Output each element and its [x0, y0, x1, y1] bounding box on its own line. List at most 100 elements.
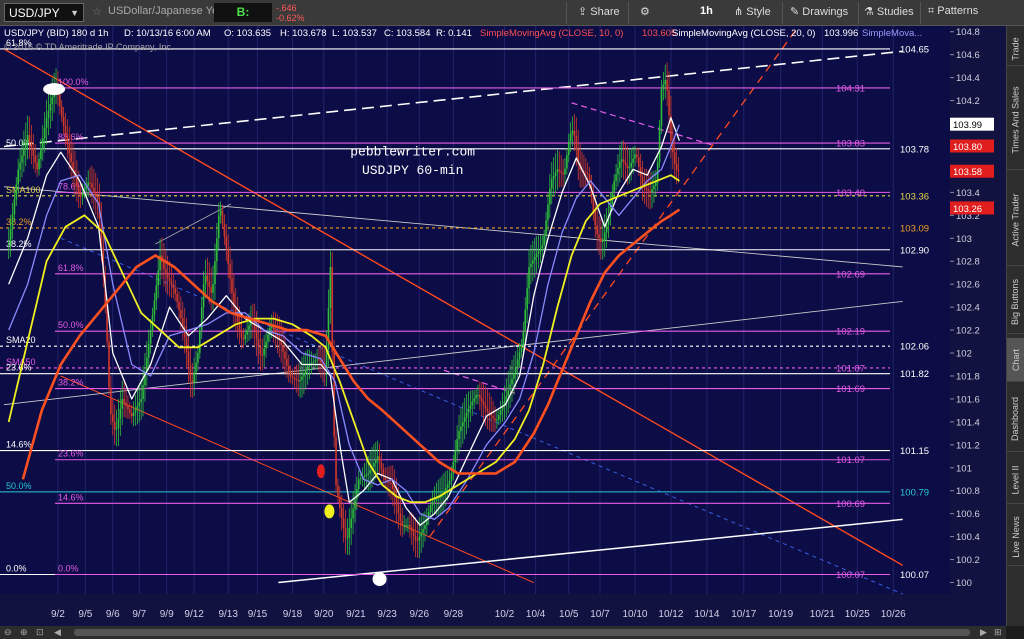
candle-body [526, 288, 528, 310]
symbol-selector[interactable]: USD/JPY ▼ [4, 3, 84, 22]
candle-body [244, 334, 247, 340]
drawings-button[interactable]: ✎ Drawings [790, 5, 848, 18]
side-tab-dashboard[interactable]: Dashboard [1007, 386, 1024, 452]
candle-body [649, 190, 651, 193]
share-button[interactable]: ⇪ Share [578, 5, 620, 18]
candle-body [248, 325, 250, 331]
candle-body [49, 104, 52, 111]
candle-body [26, 135, 29, 142]
x-tick-label: 9/2 [51, 609, 65, 620]
candle-body [637, 157, 640, 167]
candle-body [603, 232, 606, 241]
candle-body [392, 484, 394, 490]
candle-body [395, 497, 398, 506]
candle-body [479, 394, 481, 399]
candle-body [535, 254, 538, 258]
star-icon[interactable]: ☆ [92, 5, 102, 18]
side-tab-times-and-sales[interactable]: Times And Sales [1007, 70, 1024, 170]
zoom-out-icon[interactable]: ⊖ [4, 626, 12, 639]
candle-body [410, 527, 413, 532]
candle-body [286, 358, 288, 366]
style-button[interactable]: ⋔ Style [734, 5, 771, 18]
y-tick-label: 103 [956, 234, 972, 245]
candle-body [450, 473, 453, 481]
candle-body [363, 475, 366, 477]
candle-body [163, 262, 165, 270]
expand-icon[interactable]: ⊞ [994, 626, 1002, 639]
candle-body [255, 330, 258, 339]
candle-body [79, 194, 82, 197]
candle-body [110, 387, 112, 415]
candle-body [23, 148, 25, 156]
candle-body [267, 334, 269, 342]
candle-body [433, 500, 436, 502]
x-tick-label: 9/28 [444, 609, 464, 620]
x-tick-label: 10/7 [590, 609, 610, 620]
candle-body [516, 359, 519, 367]
candle-body [111, 414, 114, 422]
candle-body [219, 210, 222, 216]
candle-body [458, 431, 460, 440]
candle-body [257, 338, 260, 347]
candle-body [339, 496, 341, 508]
level-left-label: 38.2% [58, 378, 84, 388]
candle-body [456, 439, 458, 451]
candle-body [289, 372, 292, 377]
scroll-track[interactable] [74, 629, 970, 636]
interval-button[interactable]: 1h [700, 5, 713, 17]
level-right-label: 102.69 [836, 269, 865, 280]
level-left-label: 0.0% [58, 563, 79, 573]
candle-body [469, 405, 472, 409]
scroll-left-icon[interactable]: ◀ [54, 626, 61, 639]
candle-body [21, 155, 23, 163]
candle-body [651, 189, 653, 193]
candle-body [164, 269, 167, 275]
candle-body [554, 172, 557, 176]
candle-body [242, 337, 245, 340]
side-tab-live-news[interactable]: Live News [1007, 508, 1024, 566]
candle-body [429, 505, 432, 513]
y-tick-label: 104.6 [956, 50, 980, 61]
candle-body [653, 185, 655, 190]
y-tick-label: 102.4 [956, 303, 980, 314]
y-tick-label: 101.2 [956, 440, 980, 451]
sma10-label: SimpleMovingAvg (CLOSE, 10, 0) [480, 28, 624, 39]
y-tick-label: 101.6 [956, 394, 980, 405]
candle-body [380, 462, 383, 470]
side-tab-trade[interactable]: Trade [1007, 32, 1024, 66]
candle-body [647, 189, 650, 191]
candle-body [664, 79, 667, 85]
side-tab-level-ii[interactable]: Level II [1007, 456, 1024, 504]
candle-body [7, 244, 10, 246]
candle-body [94, 192, 97, 197]
side-tab-chart[interactable]: Chart [1007, 338, 1024, 382]
candle-body [388, 481, 390, 483]
candle-body [617, 167, 619, 175]
candle-body [229, 264, 231, 279]
zoom-in-icon[interactable]: ⊕ [20, 626, 28, 639]
patterns-button[interactable]: ⌗ Patterns [928, 5, 978, 18]
candle-body [329, 266, 332, 309]
price-chart[interactable]: 9/2 9/5 9/6 9/7 9/9 9/12 9/13 9/15 9/18 9/20 9/21 9… [0, 26, 1006, 626]
scroll-right-icon[interactable]: ▶ [980, 626, 987, 639]
change-percent: -0.62% [276, 13, 305, 23]
settings-button[interactable]: ⚙ [640, 5, 650, 18]
candle-body [195, 362, 197, 373]
side-tab-active-trader[interactable]: Active Trader [1007, 174, 1024, 266]
candle-body [513, 373, 515, 379]
candle-body [367, 473, 370, 475]
candle-body [348, 528, 351, 538]
studies-button[interactable]: ⚗ Studies [864, 5, 914, 18]
x-tick-label: 10/25 [845, 609, 870, 620]
candle-body [662, 84, 665, 90]
scroll-bar[interactable]: ⊖ ⊕ ⊡ ◀ ▶ ⊞ [0, 626, 1006, 639]
watermark-line-1: pebblewriter.com [350, 145, 475, 160]
y-tick-label: 103.4 [956, 188, 980, 199]
candle-body [566, 155, 568, 169]
candle-body [134, 409, 137, 413]
candle-body [89, 182, 91, 184]
candle-body [497, 414, 500, 420]
reset-icon[interactable]: ⊡ [36, 626, 44, 639]
side-tab-big-buttons[interactable]: Big Buttons [1007, 270, 1024, 334]
candle-body [397, 505, 400, 514]
